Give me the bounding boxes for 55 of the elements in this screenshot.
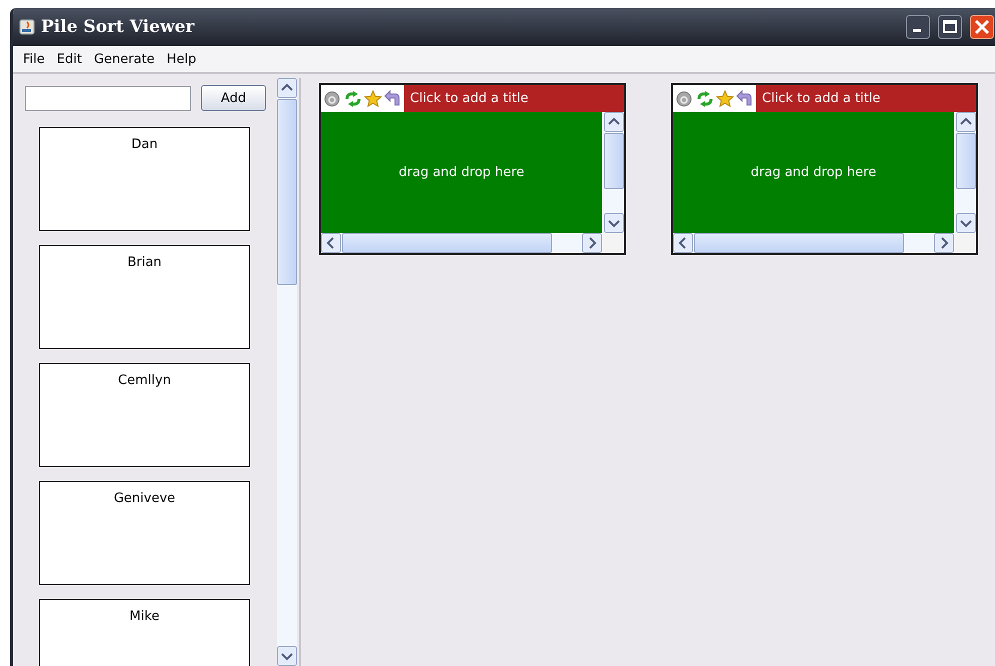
- star-icon[interactable]: [716, 90, 734, 108]
- maximize-button[interactable]: [938, 15, 962, 39]
- name-card[interactable]: Cemllyn: [39, 363, 250, 467]
- drop-hint: drag and drop here: [398, 165, 524, 180]
- text-input-field[interactable]: [25, 86, 191, 110]
- scroll-up-icon[interactable]: [604, 112, 624, 132]
- scroll-thumb[interactable]: [342, 233, 552, 253]
- vertical-scrollbar[interactable]: [956, 112, 976, 233]
- menu-item[interactable]: Generate: [88, 52, 161, 66]
- disc-icon[interactable]: [676, 90, 694, 108]
- card-name: Dan: [131, 137, 158, 152]
- close-button[interactable]: [970, 15, 994, 39]
- menu-item[interactable]: Edit: [50, 52, 88, 66]
- name-card[interactable]: Mike: [39, 599, 250, 666]
- scroll-right-icon[interactable]: [582, 233, 602, 253]
- scroll-down-icon[interactable]: [277, 646, 297, 666]
- name-card[interactable]: Dan: [39, 127, 250, 231]
- scroll-thumb[interactable]: [956, 133, 976, 189]
- scroll-right-icon[interactable]: [934, 233, 954, 253]
- card-name: Cemllyn: [118, 373, 171, 388]
- add-button[interactable]: Add: [201, 85, 266, 111]
- card-name: Mike: [130, 609, 160, 624]
- scroll-down-icon[interactable]: [956, 213, 976, 233]
- scroll-down-icon[interactable]: [604, 213, 624, 233]
- pile-title[interactable]: Click to add a title: [756, 85, 976, 112]
- name-card[interactable]: Geniveve: [39, 481, 250, 585]
- scroll-thumb[interactable]: [694, 233, 904, 253]
- star-icon[interactable]: [364, 90, 382, 108]
- scroll-left-icon[interactable]: [321, 233, 341, 253]
- disc-icon[interactable]: [324, 90, 342, 108]
- horizontal-scrollbar[interactable]: [673, 233, 954, 253]
- menu-item[interactable]: File: [17, 52, 51, 66]
- drop-zone[interactable]: drag and drop here: [673, 112, 954, 233]
- recycle-arrows-icon[interactable]: [696, 90, 714, 108]
- pile-title[interactable]: Click to add a title: [404, 85, 624, 112]
- card-name: Geniveve: [114, 491, 176, 506]
- minimize-button[interactable]: [906, 15, 930, 39]
- vertical-scrollbar[interactable]: [277, 78, 297, 666]
- recycle-arrows-icon[interactable]: [344, 90, 362, 108]
- drop-zone[interactable]: drag and drop here: [321, 112, 602, 233]
- scroll-up-icon[interactable]: [277, 78, 297, 98]
- vertical-scrollbar[interactable]: [604, 112, 624, 233]
- undo-icon[interactable]: [736, 90, 754, 108]
- horizontal-scrollbar[interactable]: [321, 233, 602, 253]
- card-name: Brian: [127, 255, 162, 270]
- scroll-left-icon[interactable]: [673, 233, 693, 253]
- scroll-thumb[interactable]: [277, 99, 297, 285]
- scroll-thumb[interactable]: [604, 133, 624, 189]
- undo-icon[interactable]: [384, 90, 402, 108]
- scroll-up-icon[interactable]: [956, 112, 976, 132]
- drop-hint: drag and drop here: [750, 165, 876, 180]
- app-icon: [19, 19, 35, 35]
- menu-item[interactable]: Help: [160, 52, 202, 66]
- name-card[interactable]: Brian: [39, 245, 250, 349]
- window-title: Pile Sort Viewer: [41, 17, 194, 37]
